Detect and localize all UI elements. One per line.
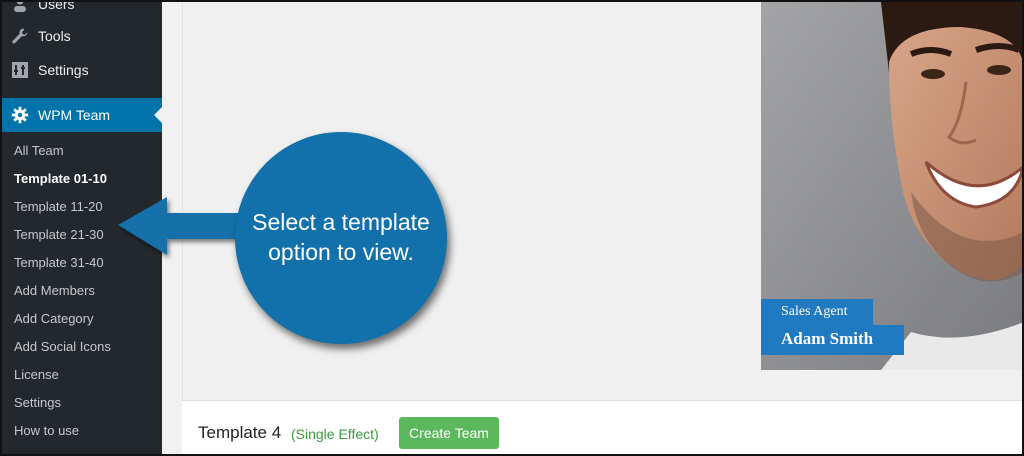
sidebar-item-wpm-team[interactable]: WPM Team [2,98,162,132]
sidebar-item-tools[interactable]: Tools [2,19,162,53]
template-bar: Template 4 (Single Effect) Create Team [182,400,1022,454]
sidebar-item-label: Users [38,0,75,12]
sidebar-item-label: Tools [38,28,71,44]
sidebar-item-users[interactable]: Users [2,0,162,21]
wpm-team-submenu: All Team Template 01-10 Template 11-20 T… [2,137,162,445]
callout-line-1: Select a template [252,209,430,235]
callout-arrow-icon [118,197,247,255]
users-icon [11,2,29,13]
submenu-license[interactable]: License [2,361,162,389]
template-effect: (Single Effect) [291,426,379,442]
member-name-label: Adam Smith [761,325,904,355]
wrench-icon [11,27,29,45]
submenu-add-members[interactable]: Add Members [2,277,162,305]
submenu-how-to-use[interactable]: How to use [2,417,162,445]
screenshot-frame: Users Tools Settings WPM Team All Team T… [0,0,1024,456]
create-team-button[interactable]: Create Team [399,417,499,449]
submenu-add-social-icons[interactable]: Add Social Icons [2,333,162,361]
settings-icon [11,61,29,79]
submenu-settings[interactable]: Settings [2,389,162,417]
sidebar-item-label: Settings [38,62,89,78]
gear-icon [11,106,29,124]
callout-line-2: option to view. [268,239,414,265]
member-role-label: Sales Agent [761,299,873,325]
sidebar-item-label: WPM Team [38,107,111,123]
sidebar-item-settings[interactable]: Settings [2,53,162,87]
submenu-add-category[interactable]: Add Category [2,305,162,333]
callout-text: Select a template option to view. [235,207,447,267]
template-name: Template 4 [198,423,282,442]
submenu-all-team[interactable]: All Team [2,137,162,165]
